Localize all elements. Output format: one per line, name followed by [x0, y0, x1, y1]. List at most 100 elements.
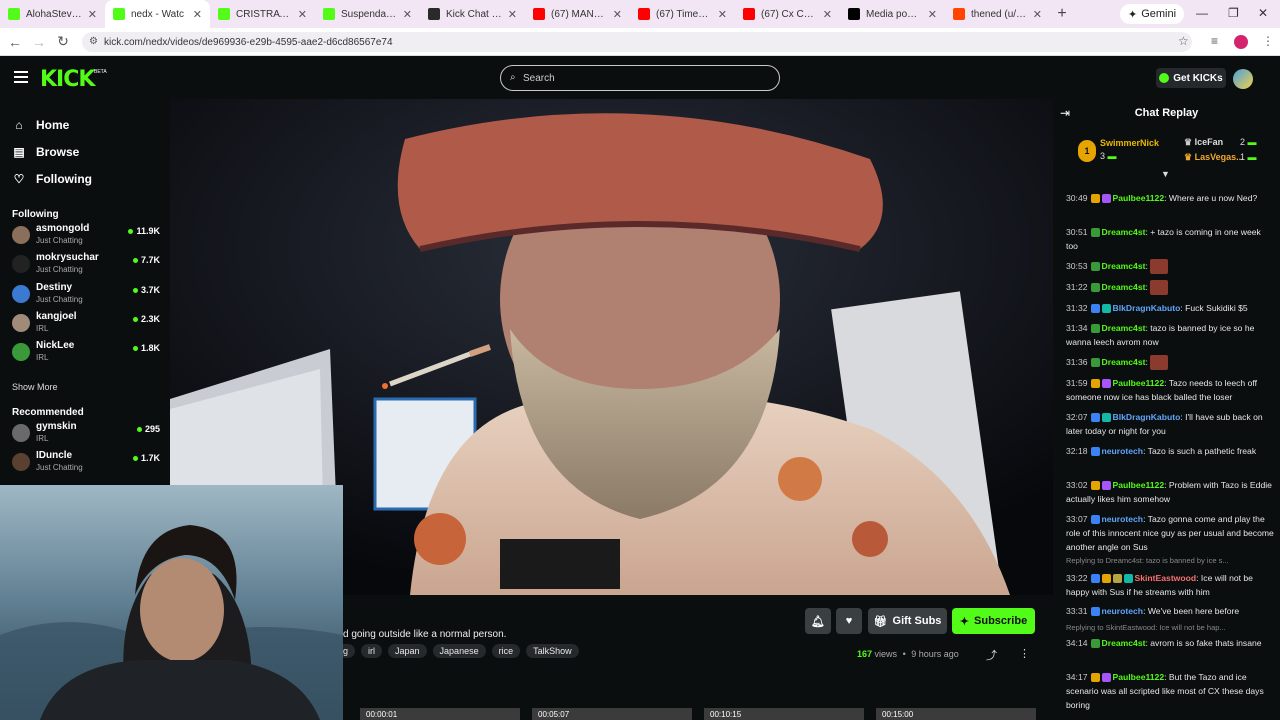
stream-title: d going outside like a normal person. [343, 629, 507, 640]
tab-close-icon[interactable]: ✕ [508, 8, 517, 21]
viewer-count-value: 2.3K [140, 313, 160, 324]
channel-category: IRL [36, 353, 49, 363]
related-video-thumbnail[interactable]: 00:15:00 [876, 708, 1036, 720]
browser-tab[interactable]: thened (u/thene ✕ [945, 0, 1050, 28]
get-kicks-button[interactable]: Get KICKs [1156, 68, 1226, 88]
tab-close-icon[interactable]: ✕ [718, 8, 727, 21]
browser-menu-icon[interactable]: ⋮ [1262, 34, 1274, 48]
tag-chip[interactable]: irl [361, 644, 383, 658]
kick-logo[interactable]: KICK [40, 67, 95, 92]
browser-tab[interactable]: Kick Chat Search ✕ [420, 0, 525, 28]
crown-icon: ♛ [1184, 137, 1193, 147]
beta-label: BETA [94, 69, 107, 75]
browser-tab[interactable]: (67) Timecop19 ✕ [630, 0, 735, 28]
tab-close-icon[interactable]: ✕ [88, 8, 97, 21]
browser-tab[interactable]: nedx - Watc ✕ [105, 0, 210, 28]
tab-close-icon[interactable]: ✕ [1033, 8, 1042, 21]
channel-row[interactable]: NickLee IRL 1.8K [12, 339, 162, 367]
tab-close-icon[interactable]: ✕ [298, 8, 307, 21]
tag-chip[interactable]: TalkShow [526, 644, 579, 658]
chat-username[interactable]: Paulbee1122 [1113, 378, 1165, 388]
back-icon[interactable]: ← [3, 34, 27, 50]
chat-message: 33:31 neurotech: We've been here before [1066, 604, 1274, 618]
chat-username[interactable]: neurotech [1102, 514, 1144, 524]
minimize-icon[interactable]: — [1196, 6, 1208, 20]
chat-username[interactable]: Dreamc4st [1102, 638, 1146, 648]
tag-chip[interactable]: Japan [388, 644, 427, 658]
maximize-icon[interactable]: ❐ [1228, 6, 1239, 20]
tab-close-icon[interactable]: ✕ [928, 8, 937, 21]
notification-bell-button[interactable]: 🔔︎ [805, 608, 831, 634]
tab-favicon-icon [8, 8, 20, 20]
chat-username[interactable]: Dreamc4st [1102, 357, 1146, 367]
chat-username[interactable]: Paulbee1122 [1113, 672, 1165, 682]
gift-icon: ▬ [1247, 152, 1257, 162]
chat-username[interactable]: SkintEastwood [1135, 573, 1197, 583]
more-options-icon[interactable]: ⋮ [1019, 647, 1030, 660]
show-more-link[interactable]: Show More [12, 382, 58, 392]
chat-username[interactable]: BlkDragnKabuto [1113, 303, 1181, 313]
main-nav: ⌂ Home ▤ Browse ♡ Following [12, 111, 92, 192]
chat-username[interactable]: Dreamc4st [1102, 282, 1146, 292]
channel-row[interactable]: Destiny Just Chatting 3.7K [12, 281, 162, 309]
forward-icon[interactable]: → [27, 34, 51, 50]
tab-close-icon[interactable]: ✕ [403, 8, 412, 21]
browser-tab[interactable]: Media posts by ✕ [840, 0, 945, 28]
user-avatar[interactable] [1233, 69, 1253, 89]
chat-username[interactable]: Dreamc4st [1102, 261, 1146, 271]
browser-profile-avatar[interactable] [1234, 35, 1248, 49]
browser-tab[interactable]: (67) MANGODOG ✕ [525, 0, 630, 28]
browser-tab[interactable]: AlohaSteve - Wa ✕ [0, 0, 105, 28]
tab-close-icon[interactable]: ✕ [193, 8, 202, 21]
menu-icon[interactable] [14, 71, 28, 83]
channel-row[interactable]: mokrysuchar Just Chatting 7.7K [12, 251, 162, 279]
related-video-thumbnail[interactable]: 00:05:07 [532, 708, 692, 720]
url-text: kick.com/nedx/videos/de969936-e29b-4595-… [104, 36, 393, 48]
leaderboard-user-2[interactable]: ♛ IceFan [1184, 137, 1223, 148]
search-input[interactable]: ⌕ Search [500, 65, 780, 91]
tag-chip[interactable]: Japanese [432, 644, 486, 658]
browser-tab[interactable]: (67) Cx Crew Go ✕ [735, 0, 840, 28]
pinned-expand-icon[interactable]: ▼ [1161, 169, 1170, 179]
channel-row[interactable]: IDuncle Just Chatting 1.7K [12, 449, 162, 477]
subscribe-button[interactable]: ✦ Subscribe [952, 608, 1035, 634]
bookmark-star-icon[interactable]: ☆ [1178, 34, 1189, 48]
gemini-button[interactable]: ✦ Gemini [1120, 4, 1185, 24]
site-info-icon[interactable]: ⚙ [89, 36, 98, 47]
tab-close-icon[interactable]: ✕ [613, 8, 622, 21]
channel-row[interactable]: kangjoel IRL 2.3K [12, 310, 162, 338]
chat-username[interactable]: BlkDragnKabuto [1113, 412, 1181, 422]
tag-chip[interactable]: rice [491, 644, 521, 658]
sidebar-item-browse[interactable]: ▤ Browse [12, 138, 92, 165]
url-field[interactable]: ⚙ kick.com/nedx/videos/de969936-e29b-459… [82, 32, 1192, 52]
tag-chip[interactable]: g [343, 644, 356, 658]
tab-favicon-icon [848, 8, 860, 20]
browser-tab[interactable]: CRISTRAVELS St ✕ [210, 0, 315, 28]
sidebar-item-following[interactable]: ♡ Following [12, 165, 92, 192]
leaderboard-user-1[interactable]: SwimmerNick [1100, 138, 1159, 148]
chat-username[interactable]: Dreamc4st [1102, 323, 1146, 333]
browser-tab-bar: AlohaSteve - Wa✕nedx - Watc✕CRISTRAVELS … [0, 0, 1280, 28]
close-window-icon[interactable]: ✕ [1258, 6, 1268, 20]
chat-username[interactable]: neurotech [1102, 446, 1144, 456]
chat-username[interactable]: Paulbee1122 [1113, 480, 1165, 490]
share-icon[interactable]: ⤴ [986, 647, 997, 663]
leaderboard-user-3[interactable]: ♛ LasVegas... [1184, 152, 1244, 163]
gift-subs-button[interactable]: 🎁︎ Gift Subs [868, 608, 947, 634]
new-tab-icon[interactable]: + [1050, 5, 1074, 23]
channel-row[interactable]: gymskin IRL 295 [12, 420, 162, 448]
tab-close-icon[interactable]: ✕ [823, 8, 832, 21]
media-controls-icon[interactable]: ≡ [1211, 34, 1218, 48]
chat-username[interactable]: Dreamc4st [1102, 227, 1146, 237]
related-video-thumbnail[interactable]: 00:10:15 [704, 708, 864, 720]
browser-tab[interactable]: Suspendas Strea ✕ [315, 0, 420, 28]
sidebar-item-home[interactable]: ⌂ Home [12, 111, 92, 138]
channel-row[interactable]: asmongold Just Chatting 11.9K [12, 222, 162, 250]
reload-icon[interactable]: ↻ [51, 33, 75, 50]
related-video-thumbnail[interactable]: 00:00:01 [360, 708, 520, 720]
message-timestamp: 30:49 [1066, 193, 1088, 203]
follow-heart-button[interactable]: ♥ [836, 608, 862, 634]
chat-username[interactable]: neurotech [1102, 606, 1144, 616]
chat-username[interactable]: Paulbee1122 [1113, 193, 1165, 203]
message-text: : [1145, 357, 1148, 367]
